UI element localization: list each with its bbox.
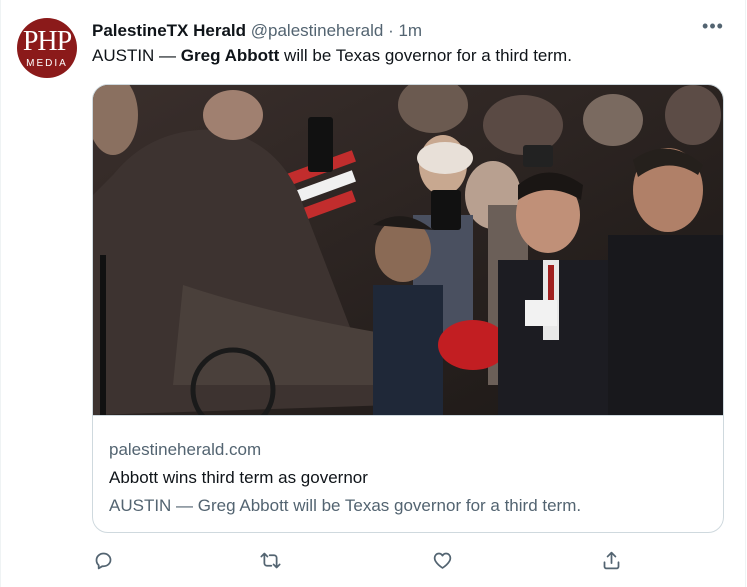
reply-button[interactable] <box>90 547 116 573</box>
user-handle[interactable]: @palestineherald <box>251 21 384 40</box>
avatar-logo-subtext: MEDIA <box>26 58 68 69</box>
timestamp[interactable]: 1m <box>398 21 422 40</box>
display-name[interactable]: PalestineTX Herald <box>92 21 246 40</box>
card-image[interactable] <box>93 85 723 416</box>
tweet-text-bold: Greg Abbott <box>180 46 280 65</box>
tweet-text: AUSTIN — Greg Abbott will be Texas gover… <box>92 46 572 66</box>
card-domain: palestineherald.com <box>109 440 262 459</box>
avatar-logo-text: PHP <box>22 26 72 57</box>
retweet-icon <box>259 552 281 568</box>
like-button[interactable] <box>429 547 455 573</box>
retweet-button[interactable] <box>257 547 283 573</box>
card-meta: palestineherald.com Abbott wins third te… <box>109 440 581 518</box>
separator-dot: · <box>388 21 394 40</box>
like-icon <box>433 552 451 569</box>
action-bar <box>92 547 722 575</box>
card-description: AUSTIN — Greg Abbott will be Texas gover… <box>109 496 582 515</box>
card-title[interactable]: Abbott wins third term as governor <box>109 468 581 490</box>
tweet-header: PalestineTX Herald @palestineherald · 1m <box>92 21 422 41</box>
tweet-text-suffix: will be Texas governor for a third term. <box>279 46 572 65</box>
tweet-text-prefix: AUSTIN — <box>92 46 181 65</box>
share-icon <box>603 551 619 569</box>
timeline-border-right <box>745 0 746 587</box>
reply-icon <box>95 552 111 569</box>
more-dots-icon[interactable]: ••• <box>700 16 726 42</box>
avatar[interactable]: PHP MEDIA <box>17 18 77 78</box>
timeline-border-left <box>0 0 1 587</box>
link-card[interactable]: palestineherald.com Abbott wins third te… <box>92 84 724 533</box>
share-button[interactable] <box>598 547 624 573</box>
